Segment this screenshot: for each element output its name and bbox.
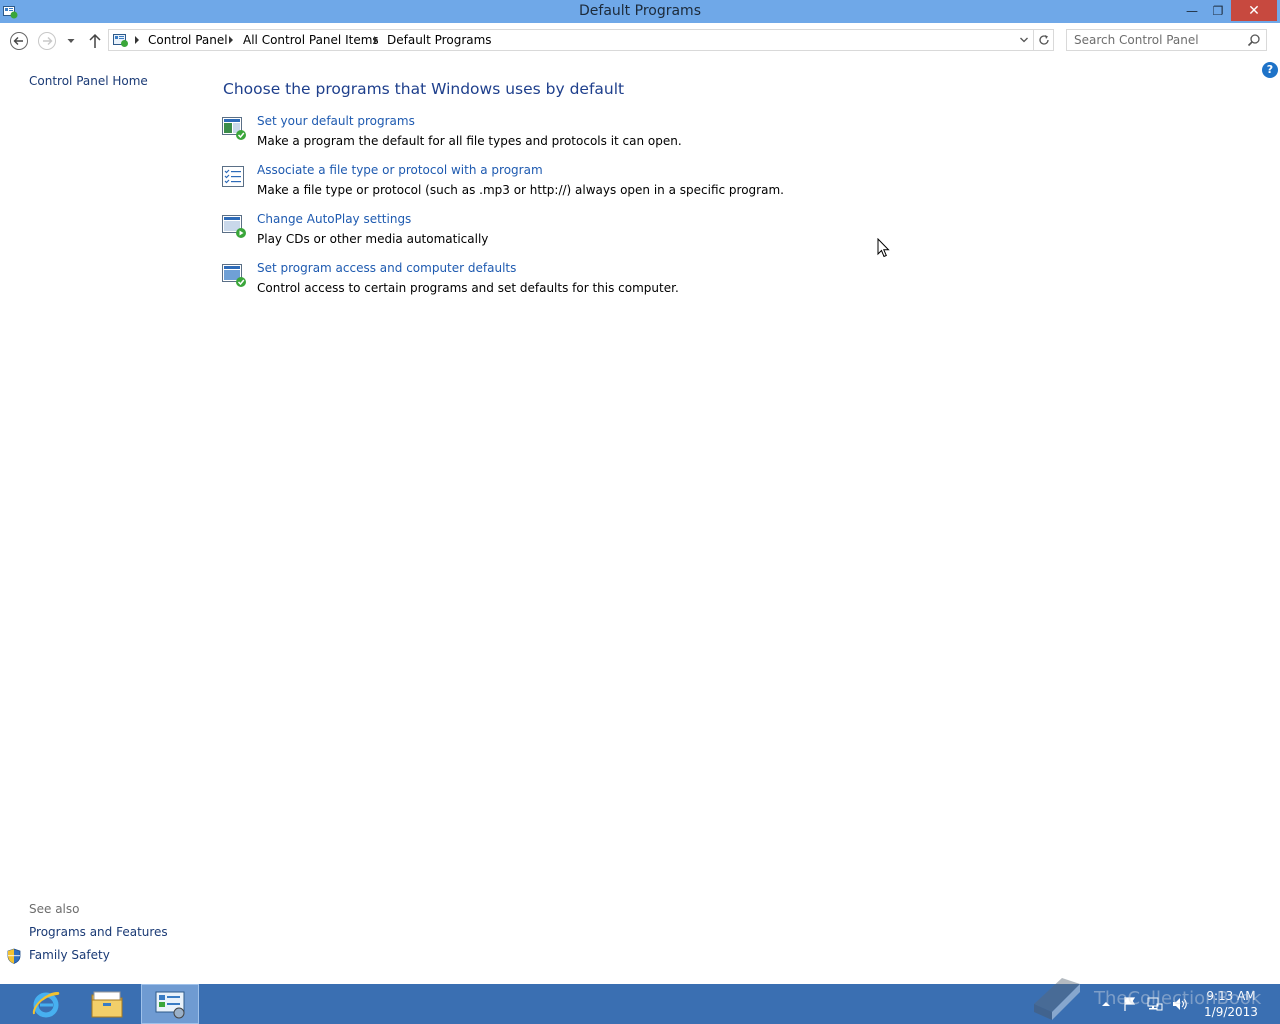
program-access-icon — [222, 264, 246, 287]
taskbar-control-panel[interactable] — [141, 984, 199, 1024]
change-autoplay-link[interactable]: Change AutoPlay settings — [257, 212, 411, 226]
breadcrumb-separator-icon[interactable] — [374, 36, 378, 44]
help-icon: ? — [1266, 63, 1274, 76]
control-panel-icon — [155, 991, 185, 1019]
internet-explorer-icon — [32, 991, 60, 1018]
task-set-default-programs: Set your default programs Make a program… — [221, 114, 781, 158]
task-description: Play CDs or other media automatically — [257, 232, 489, 246]
minimize-icon: — — [1186, 3, 1198, 18]
taskbar-internet-explorer[interactable] — [17, 984, 75, 1024]
task-autoplay: Change AutoPlay settings Play CDs or oth… — [221, 212, 781, 256]
back-arrow-icon — [10, 32, 28, 50]
refresh-icon — [1039, 35, 1049, 45]
programs-and-features-link[interactable]: Programs and Features — [29, 925, 168, 939]
book-logo-icon — [1034, 978, 1080, 1020]
watermark: TheCollectionBook — [1026, 972, 1266, 1024]
search-box[interactable] — [1066, 29, 1267, 51]
search-icon[interactable] — [1247, 33, 1261, 47]
breadcrumb-default-programs[interactable]: Default Programs — [387, 33, 492, 47]
task-description: Control access to certain programs and s… — [257, 281, 679, 295]
task-associate-file-type: Associate a file type or protocol with a… — [221, 163, 784, 207]
family-safety-link[interactable]: Family Safety — [29, 948, 110, 962]
minimize-button[interactable]: — — [1179, 0, 1205, 21]
task-description: Make a file type or protocol (such as .m… — [257, 183, 784, 197]
see-also-heading: See also — [29, 902, 80, 916]
associate-file-type-link[interactable]: Associate a file type or protocol with a… — [257, 163, 543, 177]
maximize-button[interactable]: ❐ — [1205, 0, 1231, 21]
control-panel-home-link[interactable]: Control Panel Home — [29, 74, 148, 88]
up-button[interactable] — [85, 31, 105, 51]
recent-locations-button[interactable] — [64, 31, 78, 51]
breadcrumb-separator-icon[interactable] — [229, 36, 233, 44]
title-bar: Default Programs — ❐ ✕ — [0, 0, 1280, 23]
watermark-text: TheCollectionBook — [1094, 988, 1262, 1009]
mouse-cursor-icon — [877, 238, 890, 258]
page-title: Choose the programs that Windows uses by… — [223, 80, 625, 98]
file-explorer-icon — [91, 991, 123, 1018]
breadcrumb-control-panel[interactable]: Control Panel — [148, 33, 228, 47]
file-association-icon — [222, 166, 244, 187]
task-program-access: Set program access and computer defaults… — [221, 261, 781, 305]
up-arrow-icon — [89, 33, 101, 48]
close-icon: ✕ — [1248, 2, 1260, 19]
set-default-programs-link[interactable]: Set your default programs — [257, 114, 415, 128]
address-bar[interactable]: Control Panel All Control Panel Items De… — [108, 29, 1054, 51]
forward-arrow-icon — [38, 32, 56, 50]
breadcrumb-separator-icon[interactable] — [135, 36, 139, 44]
default-programs-icon — [222, 117, 246, 140]
search-input[interactable] — [1067, 30, 1243, 50]
program-access-link[interactable]: Set program access and computer defaults — [257, 261, 516, 275]
breadcrumb-all-control-panel-items[interactable]: All Control Panel Items — [243, 33, 379, 47]
back-button[interactable] — [9, 31, 29, 51]
forward-button[interactable] — [37, 31, 57, 51]
shield-icon — [7, 948, 21, 964]
chevron-down-icon — [1020, 37, 1028, 43]
address-history-button[interactable] — [1016, 32, 1032, 48]
window-title: Default Programs — [579, 3, 701, 19]
control-panel-icon — [113, 34, 128, 47]
refresh-button[interactable] — [1033, 30, 1054, 50]
task-description: Make a program the default for all file … — [257, 134, 682, 148]
autoplay-icon — [222, 215, 246, 238]
chevron-down-icon — [67, 39, 75, 43]
help-button[interactable]: ? — [1262, 62, 1278, 78]
restore-icon: ❐ — [1212, 3, 1224, 18]
navigation-bar: Control Panel All Control Panel Items De… — [0, 23, 1280, 59]
taskbar-file-explorer[interactable] — [78, 984, 136, 1024]
close-button[interactable]: ✕ — [1231, 0, 1277, 21]
